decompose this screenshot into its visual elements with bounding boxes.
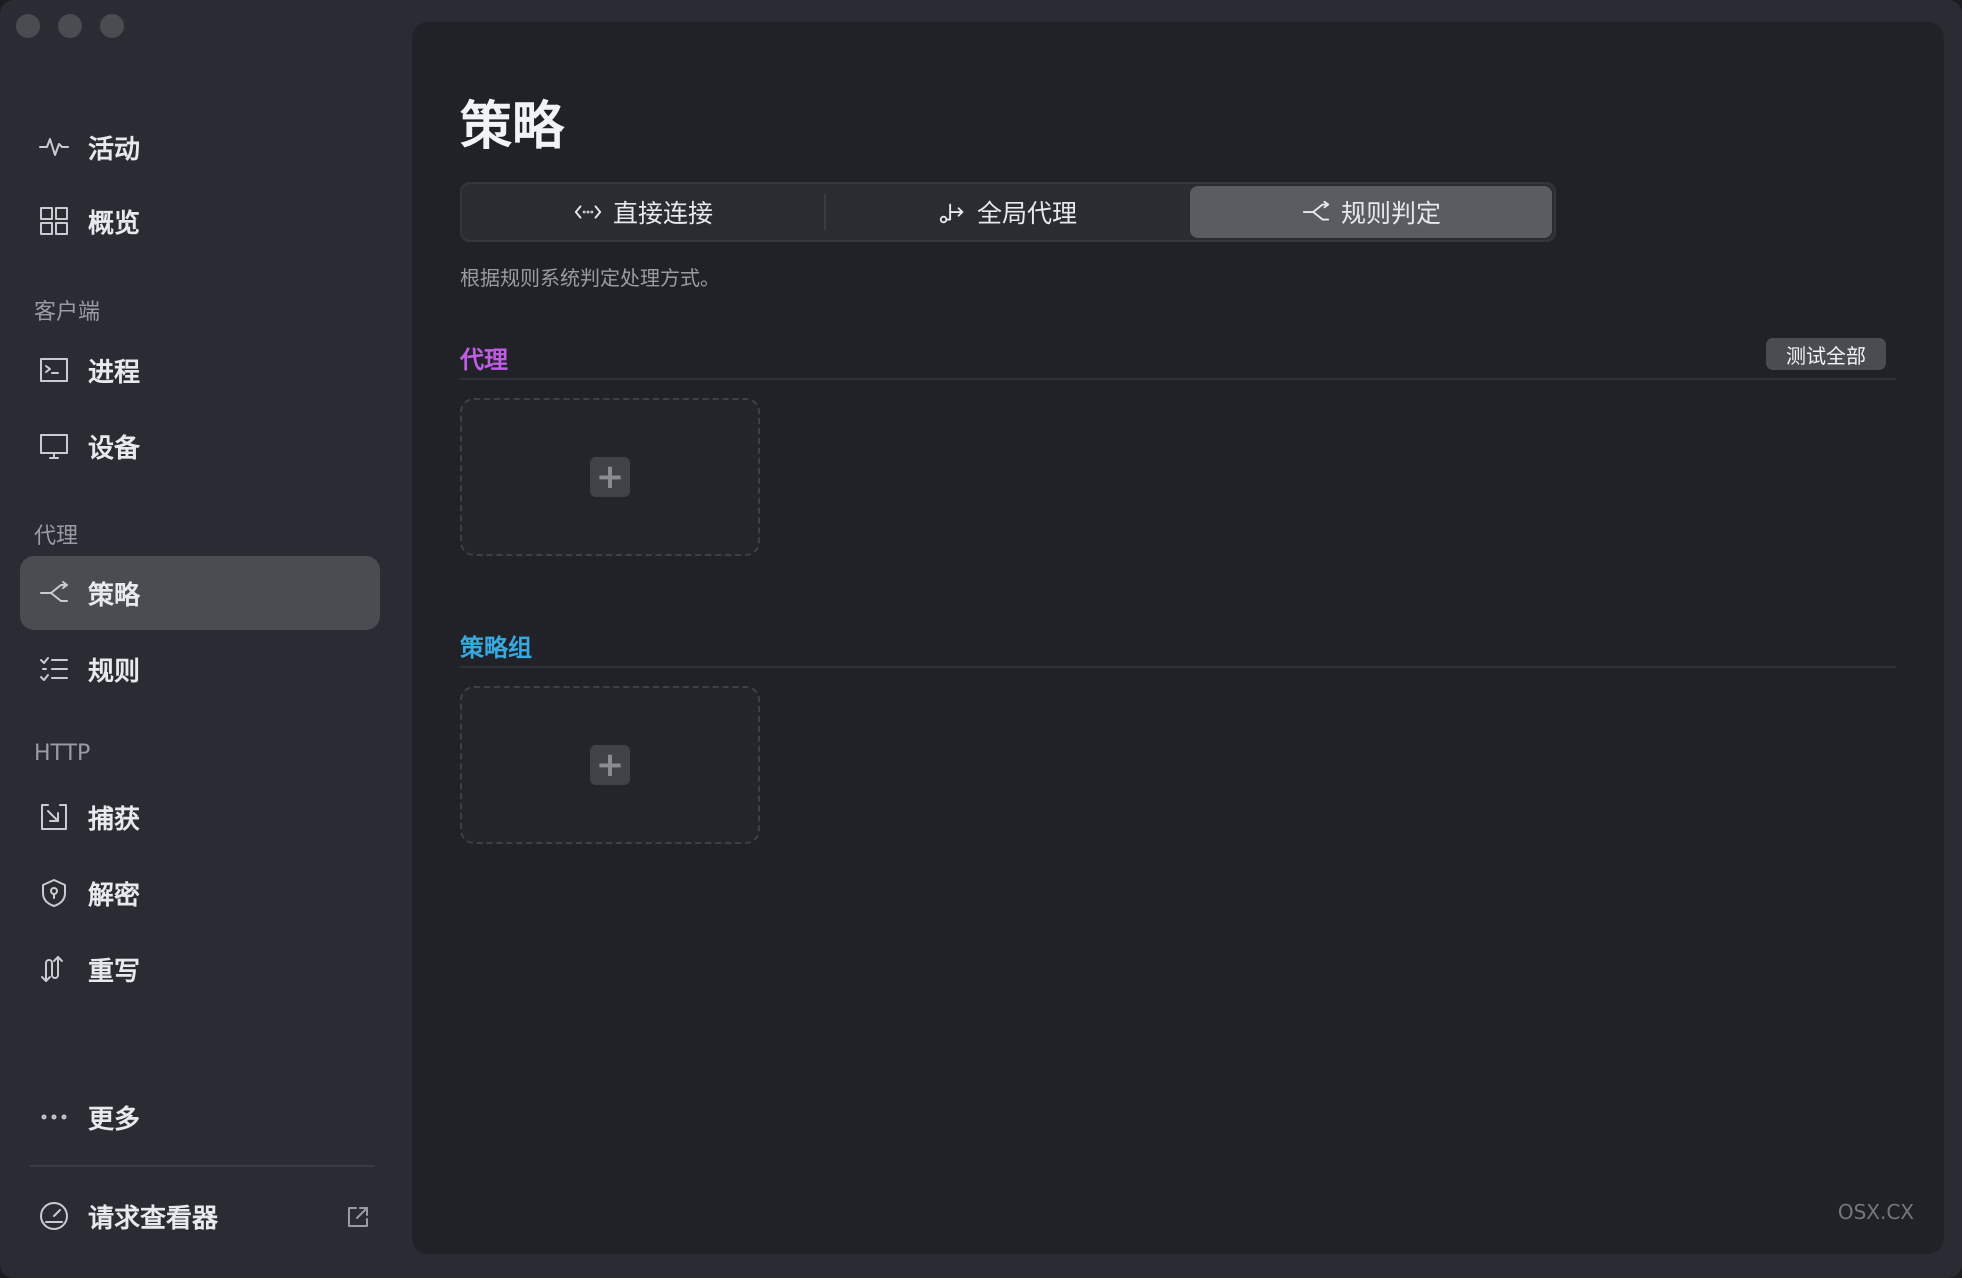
sidebar-item-label: 规则: [88, 656, 141, 687]
download-tray-icon: [36, 799, 72, 835]
mode-direct-button[interactable]: 直接连接: [462, 184, 824, 240]
branch-icon: [36, 575, 72, 611]
sidebar-item-label: 捕获: [88, 804, 141, 835]
test-all-button[interactable]: 测试全部: [1766, 338, 1886, 370]
sidebar-item-more[interactable]: 更多: [20, 1080, 380, 1154]
policy-group-section-title: 策略组: [460, 634, 532, 662]
sidebar-divider: [30, 1165, 375, 1167]
mode-label: 规则判定: [1340, 199, 1441, 228]
proxy-section-title: 代理: [460, 346, 508, 374]
ellipsis-icon: [36, 1099, 72, 1135]
sidebar-item-label: 活动: [88, 134, 141, 165]
monitor-icon: [36, 428, 72, 464]
mode-global-button[interactable]: 全局代理: [826, 184, 1188, 240]
branch-icon: [1302, 200, 1330, 221]
sidebar-item-request-viewer[interactable]: 请求查看器: [20, 1179, 360, 1253]
sidebar: 活动 概览 客户端 进程 设备 代理 策略 规则 HTTP 捕获 解密 重写 更…: [0, 0, 400, 1278]
sidebar-item-activity[interactable]: 活动: [20, 110, 380, 184]
shield-icon: [36, 875, 72, 911]
sidebar-item-capture[interactable]: 捕获: [20, 780, 380, 854]
sidebar-item-label: 重写: [88, 956, 141, 987]
sidebar-item-label: 策略: [88, 580, 141, 611]
sidebar-item-device[interactable]: 设备: [20, 409, 380, 483]
external-link-icon[interactable]: [344, 1203, 372, 1231]
sidebar-item-rules[interactable]: 规则: [20, 632, 380, 706]
page-title: 策略: [460, 97, 565, 157]
sidebar-item-label: 概览: [88, 208, 141, 239]
grid-icon: [36, 203, 72, 239]
direct-arrows-icon: [574, 205, 602, 219]
gauge-icon: [36, 1198, 72, 1234]
mode-segmented-control: 直接连接 全局代理 规则判定: [460, 182, 1556, 242]
sidebar-item-overview[interactable]: 概览: [20, 184, 380, 258]
mode-description: 根据规则系统判定处理方式。: [460, 266, 720, 290]
mode-label: 直接连接: [612, 199, 713, 228]
watermark: OSX.CX: [1837, 1200, 1914, 1224]
plus-icon: +: [590, 745, 630, 785]
sidebar-item-label: 请求查看器: [88, 1203, 219, 1234]
sidebar-item-process[interactable]: 进程: [20, 333, 380, 407]
section-label-proxy: 代理: [34, 524, 79, 549]
section-divider: [460, 666, 1896, 668]
swap-arrows-icon: [36, 951, 72, 987]
sidebar-item-label: 更多: [88, 1104, 141, 1135]
checklist-icon: [36, 651, 72, 687]
sidebar-item-label: 设备: [88, 433, 141, 464]
activity-pulse-icon: [36, 129, 72, 165]
section-label-client: 客户端: [34, 300, 101, 325]
mode-rules-button[interactable]: 规则判定: [1190, 186, 1552, 238]
add-proxy-card[interactable]: +: [460, 398, 760, 556]
app-window: 活动 概览 客户端 进程 设备 代理 策略 规则 HTTP 捕获 解密 重写 更…: [0, 0, 1962, 1278]
sidebar-item-label: 解密: [88, 880, 141, 911]
mode-label: 全局代理: [976, 199, 1077, 228]
sidebar-item-decrypt[interactable]: 解密: [20, 856, 380, 930]
terminal-icon: [36, 352, 72, 388]
section-label-http: HTTP: [34, 741, 91, 766]
sidebar-item-label: 进程: [88, 357, 141, 388]
add-policy-group-card[interactable]: +: [460, 686, 760, 844]
plus-icon: +: [590, 457, 630, 497]
sidebar-item-policy[interactable]: 策略: [20, 556, 380, 630]
route-icon: [939, 203, 964, 224]
section-divider: [460, 378, 1896, 380]
main-panel: 策略 直接连接 全局代理 规则判定 根据规则系统判定处理方式。 代理 测试全部 …: [412, 22, 1944, 1254]
sidebar-item-rewrite[interactable]: 重写: [20, 932, 380, 1006]
